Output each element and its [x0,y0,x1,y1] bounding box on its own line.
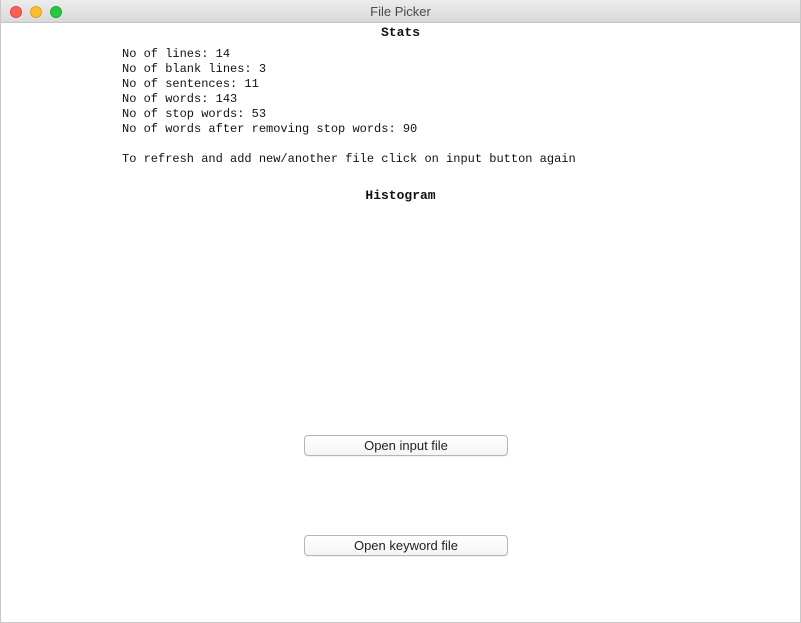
stats-list: No of lines: 14 No of blank lines: 3 No … [122,47,417,137]
stat-words-without-stop-words: No of words after removing stop words: 9… [122,122,418,136]
refresh-instructions: To refresh and add new/another file clic… [122,152,576,166]
stats-heading: Stats [380,25,420,40]
window-title: File Picker [370,4,431,19]
stat-lines: No of lines: 14 [122,47,231,61]
histogram-heading: Histogram [365,188,436,203]
title-bar[interactable]: File Picker [1,0,800,23]
stat-blank-lines: No of blank lines: 3 [122,62,267,76]
open-input-file-button[interactable]: Open input file [304,435,508,456]
open-keyword-file-button[interactable]: Open keyword file [304,535,508,556]
histogram-area [122,210,682,425]
stat-words: No of words: 143 [122,92,238,106]
stat-sentences: No of sentences: 11 [122,77,259,91]
file-picker-window: File Picker Stats No of lines: 14 No of … [0,0,801,623]
stat-stop-words: No of stop words: 53 [122,107,267,121]
